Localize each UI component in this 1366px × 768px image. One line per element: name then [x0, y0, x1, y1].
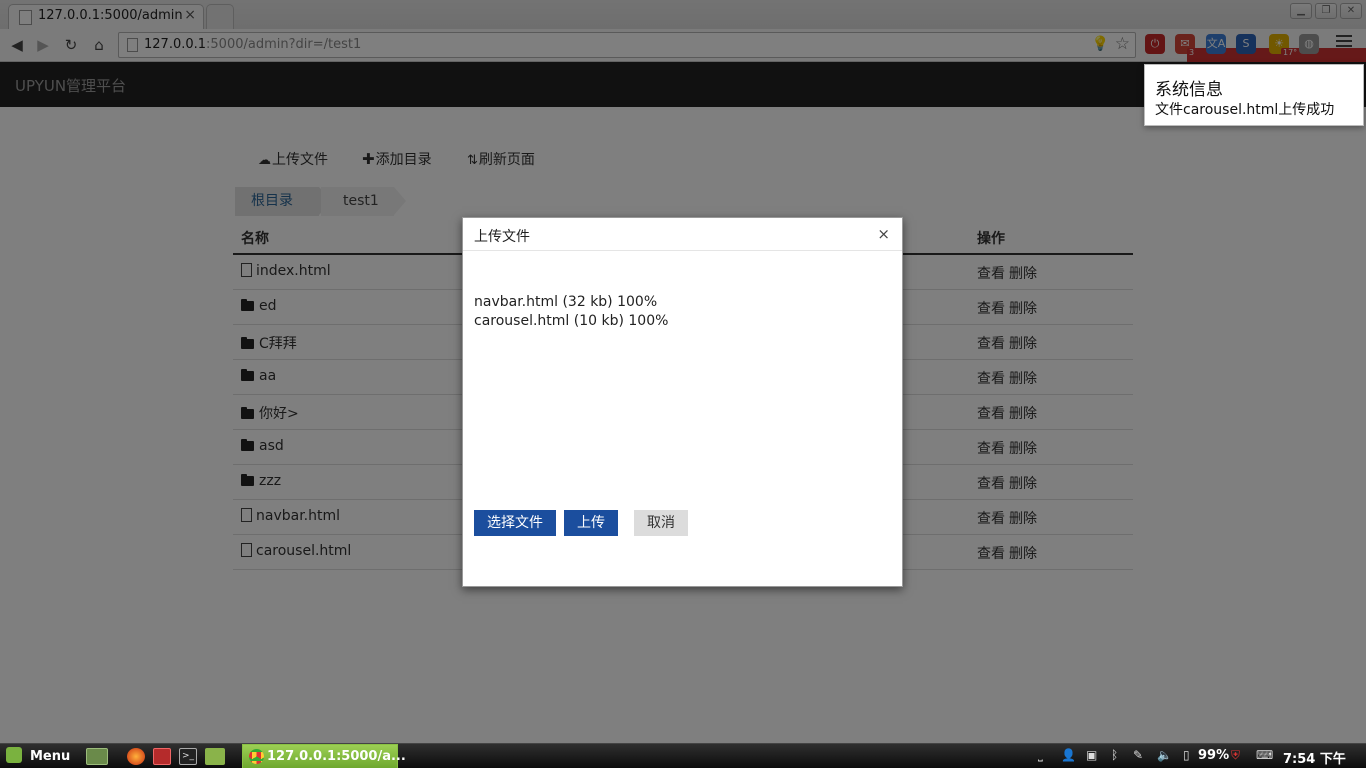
upload-progress-list: navbar.html (32 kb) 100% carousel.html (…: [474, 293, 668, 331]
modal-title: 上传文件: [474, 229, 530, 245]
modal-header: 上传文件 ×: [463, 218, 902, 251]
show-desktop-icon[interactable]: [86, 748, 108, 765]
upload-modal: 上传文件 × navbar.html (32 kb) 100% carousel…: [462, 217, 903, 587]
app-grid-icon[interactable]: [153, 748, 171, 765]
notification-title: 系统信息: [1155, 80, 1223, 100]
system-notification[interactable]: 系统信息 文件carousel.html上传成功: [1144, 64, 1364, 126]
battery-level: 99%: [1198, 748, 1230, 763]
network-icon[interactable]: ✎: [1133, 748, 1143, 762]
start-menu-button[interactable]: Menu: [6, 747, 70, 764]
cancel-button[interactable]: 取消: [634, 510, 688, 536]
mint-logo-icon: [6, 747, 22, 763]
upload-item: navbar.html (32 kb) 100%: [474, 294, 658, 310]
user-icon[interactable]: 👤: [1061, 748, 1076, 762]
file-manager-icon[interactable]: [205, 748, 225, 765]
workspace-icon[interactable]: ⎵: [1038, 748, 1043, 763]
bluetooth-icon[interactable]: ᛒ: [1111, 748, 1118, 762]
volume-icon[interactable]: 🔈: [1157, 748, 1172, 762]
chrome-icon: [249, 749, 264, 764]
terminal-icon[interactable]: >_: [179, 748, 197, 765]
taskbar: Menu >_ 127.0.0.1:5000/a... ⎵ 👤 ▣ ᛒ ✎ 🔈 …: [0, 743, 1366, 768]
battery-icon[interactable]: ▯: [1183, 748, 1190, 762]
select-file-button[interactable]: 选择文件: [474, 510, 556, 536]
taskbar-chrome-window[interactable]: 127.0.0.1:5000/a...: [242, 744, 406, 768]
notification-body: 文件carousel.html上传成功: [1155, 102, 1335, 118]
upload-button[interactable]: 上传: [564, 510, 618, 536]
clock[interactable]: 7:54 下午: [1283, 748, 1346, 767]
firefox-icon[interactable]: [127, 748, 145, 765]
shield-icon[interactable]: ⛨: [1231, 748, 1240, 763]
keyboard-icon[interactable]: ⌨: [1256, 748, 1273, 762]
upload-item: carousel.html (10 kb) 100%: [474, 313, 669, 329]
close-icon[interactable]: ×: [877, 225, 890, 243]
update-icon[interactable]: ▣: [1086, 748, 1097, 762]
